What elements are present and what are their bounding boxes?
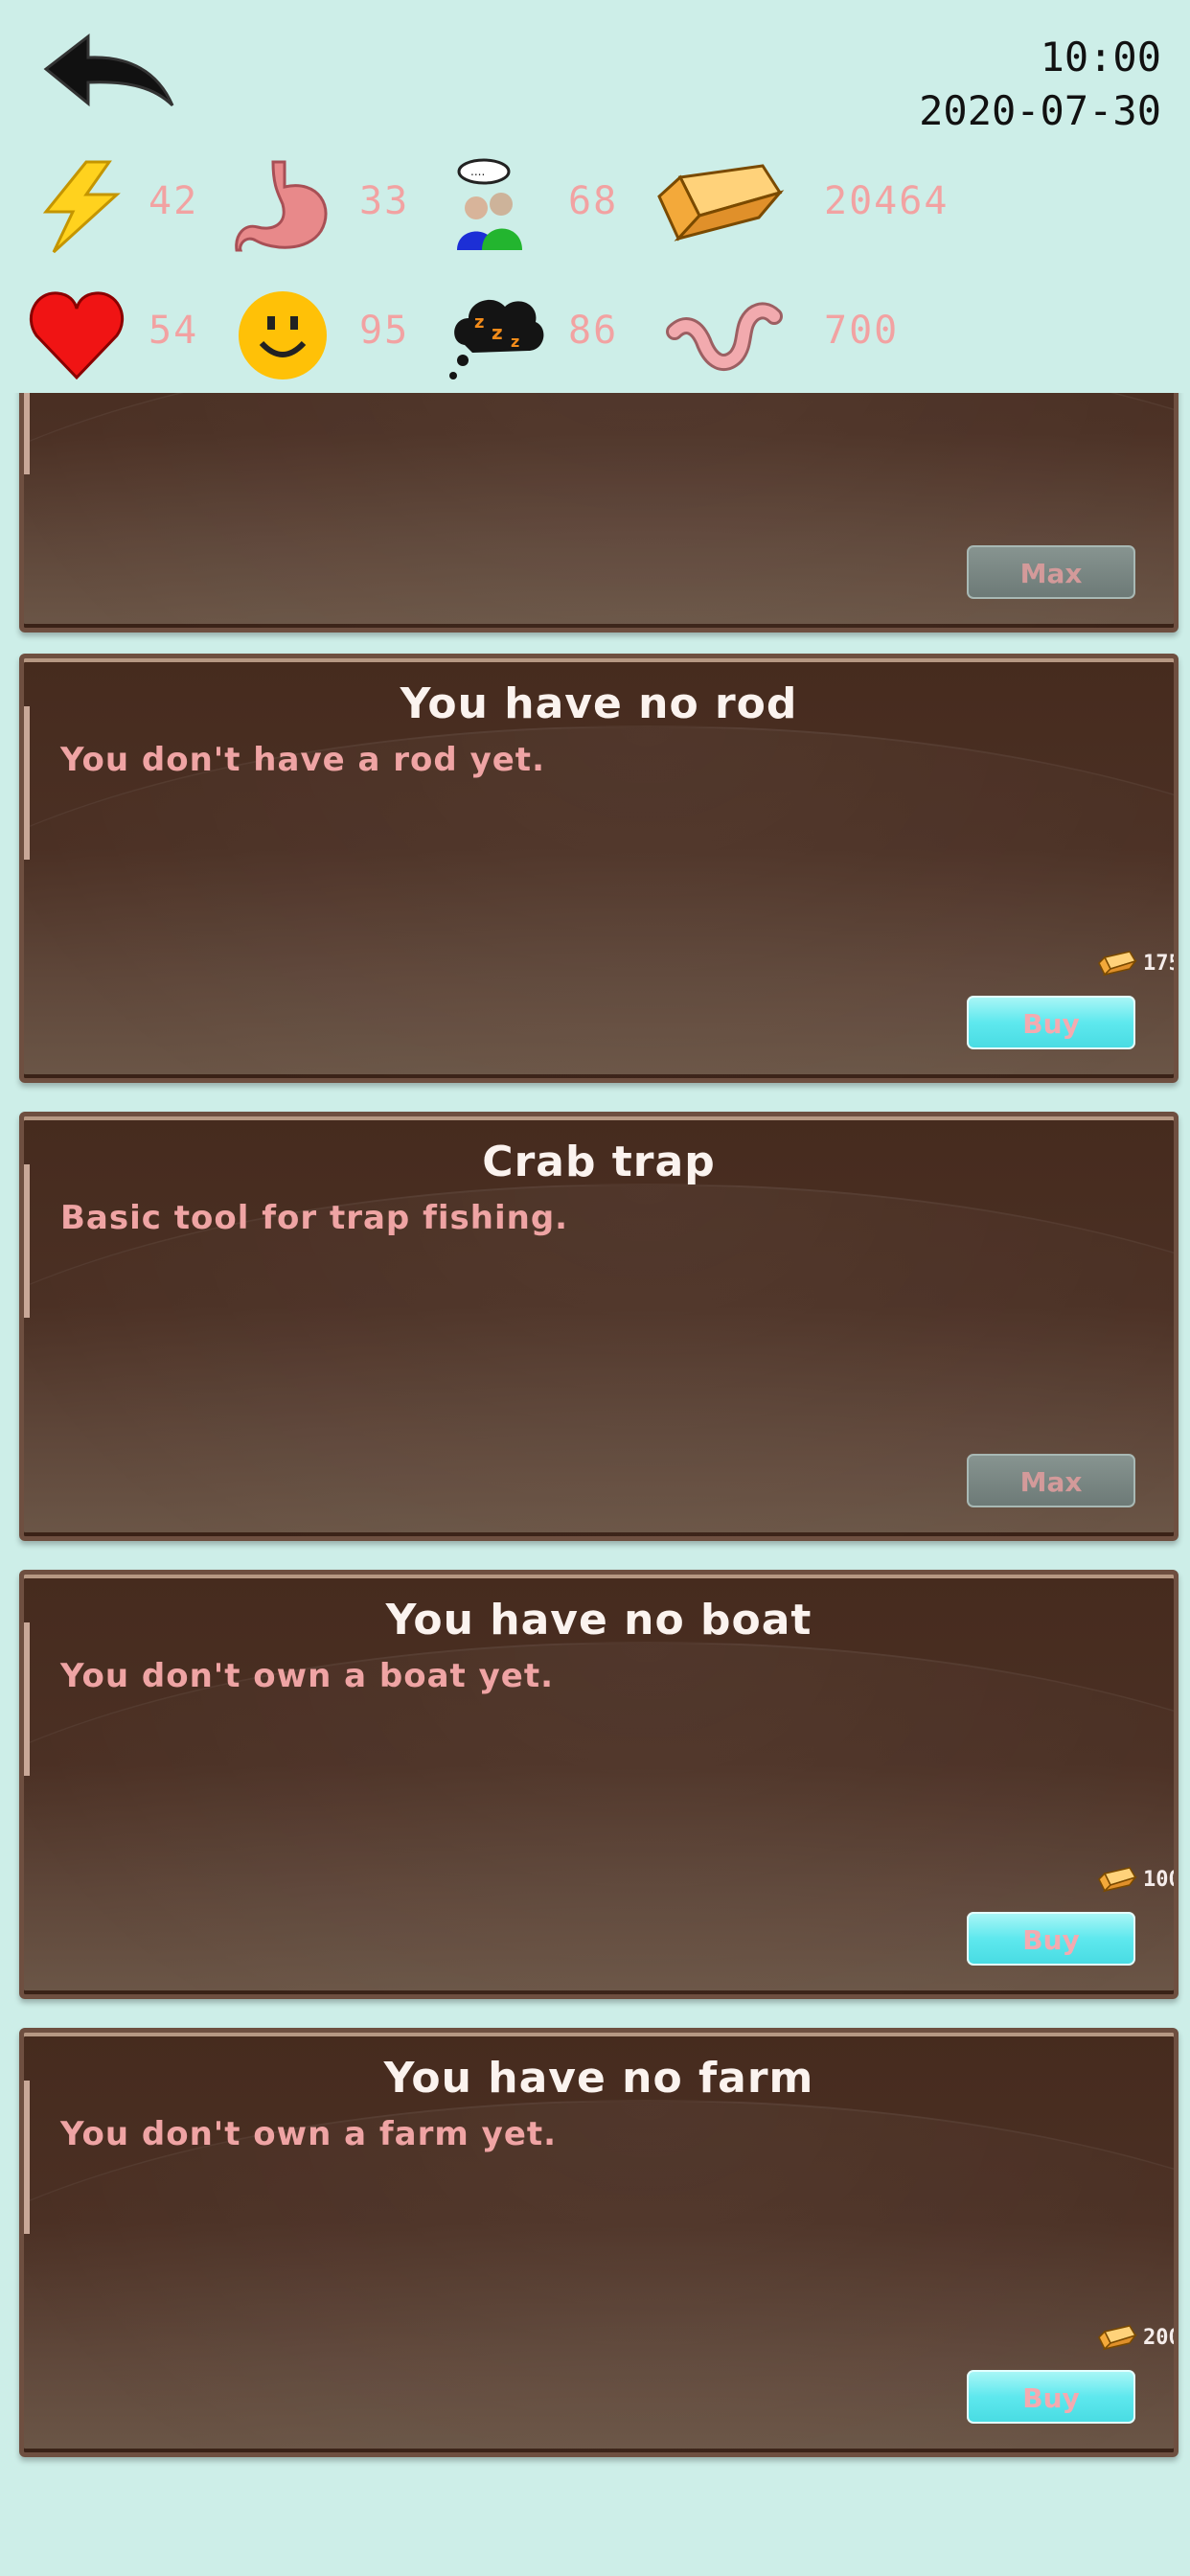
item-description: You don't own a farm yet. [60,2115,558,2153]
max-button[interactable]: Max [967,1454,1135,1507]
heart-icon [30,291,124,380]
gold-bar-icon [1098,951,1137,977]
max-button[interactable]: Max [967,545,1135,599]
sleep-cloud-icon: z z z [449,299,544,380]
svg-text:....: .... [470,165,485,178]
item-title: You have no rod [400,679,798,728]
stat-social-value: 68 [568,179,619,223]
item-price-value: 100000 [1143,1868,1179,1892]
stat-gold: 20464 [652,158,996,254]
shop-item-card: Max [19,393,1179,632]
stat-happiness: 95 [235,288,426,383]
smiley-icon [239,291,327,380]
stomach-icon [235,160,328,252]
lightning-icon [42,160,121,254]
buy-button[interactable]: Buy [967,1912,1135,1966]
clock-time: 10:00 [1040,34,1161,80]
stat-energy: 42 [29,158,240,254]
stat-social: .... 68 [446,158,637,254]
stat-hunger: 33 [235,158,426,254]
item-price-value: 200000 [1143,2326,1179,2350]
buy-button[interactable]: Buy [967,996,1135,1049]
stat-sleep-value: 86 [568,309,619,353]
back-arrow-icon[interactable] [38,29,182,125]
gold-bar-icon [1098,2325,1137,2351]
item-title: You have no boat [385,1596,812,1644]
item-title: You have no farm [383,2054,814,2103]
status-header: 10:00 2020-07-30 42 33 .... 68 20464 54 … [0,0,1190,393]
stat-hunger-value: 33 [359,179,410,223]
item-description: You don't own a boat yet. [60,1657,555,1695]
gold-bar-icon [1098,1867,1137,1893]
svg-text:z: z [511,333,519,351]
stat-energy-value: 42 [149,179,199,223]
svg-text:z: z [474,312,484,333]
worm-icon [666,302,783,371]
shop-item-card: You have no farm You don't own a farm ye… [19,2028,1179,2457]
stat-health: 54 [29,288,240,383]
shop-item-card: You have no boat You don't own a boat ye… [19,1570,1179,1999]
item-price-value: 1750 [1143,952,1174,976]
stat-happiness-value: 95 [359,309,410,353]
shop-item-card: You have no rod You don't have a rod yet… [19,654,1179,1083]
svg-text:z: z [492,321,503,344]
item-description: Basic tool for trap fishing. [60,1199,569,1237]
item-description: You don't have a rod yet. [60,741,545,779]
clock-date: 2020-07-30 [919,87,1161,134]
item-title: Crab trap [482,1138,716,1186]
stat-health-value: 54 [149,309,199,353]
stat-sleep: z z z 86 [446,288,637,383]
buy-button[interactable]: Buy [967,2370,1135,2424]
gold-bar-icon [657,164,785,242]
social-icon: .... [457,158,522,250]
stat-bait: 700 [652,288,996,383]
game-clock: 10:00 2020-07-30 [919,31,1161,138]
shop-item-list[interactable]: Max You have no rod You don't have a rod… [0,393,1190,2576]
stat-bait-value: 700 [824,309,900,353]
stat-gold-value: 20464 [824,179,950,223]
shop-item-card: Crab trap Basic tool for trap fishing. M… [19,1112,1179,1541]
